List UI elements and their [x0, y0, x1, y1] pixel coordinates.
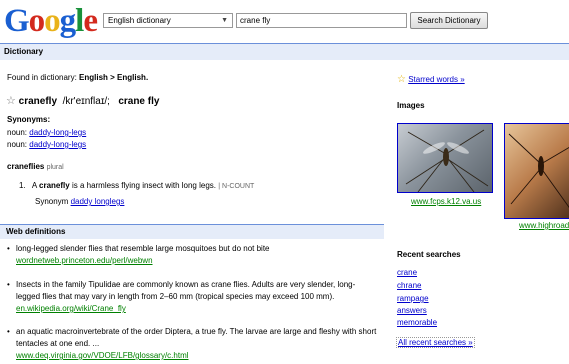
- dictionary-select-value: English dictionary: [108, 16, 171, 25]
- found-in-dictionary: Found in dictionary: English > English.: [7, 73, 149, 82]
- synonym-row: noun: daddy-long-legs: [7, 140, 87, 149]
- dictionary-section-bar: Dictionary: [0, 43, 569, 60]
- headword-word: cranefly: [18, 96, 58, 107]
- pronunciation: /kr'eɪnflaɪ/;: [62, 96, 110, 107]
- bullet-icon: •: [7, 280, 10, 289]
- search-dictionary-button[interactable]: Search Dictionary: [410, 12, 488, 29]
- image-thumbnail[interactable]: [504, 123, 569, 219]
- synonym-row: noun: daddy-long-legs: [7, 128, 87, 137]
- headword-variant: crane fly: [118, 96, 160, 107]
- starred-words-link[interactable]: Starred words »: [408, 75, 464, 84]
- image-source-link[interactable]: www.highroad: [519, 221, 569, 230]
- headword: ☆ cranefly /kr'eɪnflaɪ/; crane fly: [6, 94, 159, 107]
- recent-search-link[interactable]: answers: [397, 306, 427, 315]
- star-icon: ☆: [397, 74, 406, 85]
- web-definition-item: • Insects in the family Tipulidae are co…: [7, 279, 387, 315]
- web-definition-item: • long-legged slender flies that resembl…: [7, 243, 387, 267]
- cranefly-hand-image-icon: [508, 133, 569, 208]
- web-definitions-bar: Web definitions: [0, 224, 384, 239]
- recent-search-link[interactable]: rampage: [397, 294, 429, 303]
- synonym-link[interactable]: daddy longlegs: [71, 197, 125, 206]
- synonym-link[interactable]: daddy-long-legs: [29, 128, 86, 137]
- source-link[interactable]: www.deq.virginia.gov/VDOE/LFB/glossary/c…: [16, 350, 387, 362]
- images-title: Images: [397, 101, 425, 110]
- google-logo[interactable]: Google: [4, 3, 98, 39]
- chevron-down-icon: ▼: [221, 17, 228, 24]
- plural-form: craneflies plural: [7, 162, 64, 171]
- recent-searches-title: Recent searches: [397, 250, 461, 259]
- recent-search-link[interactable]: chrane: [397, 281, 421, 290]
- bullet-icon: •: [7, 244, 10, 253]
- all-recent-searches-link[interactable]: All recent searches »: [396, 337, 475, 348]
- star-outline-icon[interactable]: ☆: [6, 95, 16, 107]
- section-title: Dictionary: [4, 47, 44, 56]
- top-bar: Google English dictionary ▼ Search Dicti…: [0, 0, 569, 42]
- web-definition-item: • an aquatic macroinvertebrate of the or…: [7, 326, 387, 362]
- image-thumbnail[interactable]: [397, 123, 493, 193]
- definition-item: 1. A cranefly is a harmless flying insec…: [19, 181, 255, 190]
- source-link[interactable]: en.wikipedia.org/wiki/Crane_fly: [16, 303, 387, 315]
- grammar-tag: | N-COUNT: [218, 183, 255, 190]
- definition-synonym: Synonym daddy longlegs: [35, 197, 125, 206]
- bullet-icon: •: [7, 327, 10, 336]
- synonyms-title: Synonyms:: [7, 115, 51, 124]
- dictionary-select[interactable]: English dictionary ▼: [103, 13, 233, 28]
- cranefly-image-icon: [405, 129, 489, 192]
- recent-search-link[interactable]: memorable: [397, 318, 437, 327]
- starred-words: ☆ Starred words »: [397, 74, 465, 85]
- search-input[interactable]: [236, 13, 407, 28]
- web-definitions-title: Web definitions: [6, 227, 66, 236]
- synonym-link[interactable]: daddy-long-legs: [29, 140, 86, 149]
- source-link[interactable]: wordnetweb.princeton.edu/perl/webwn: [16, 255, 387, 267]
- recent-search-link[interactable]: crane: [397, 268, 417, 277]
- image-source-link[interactable]: www.fcps.k12.va.us: [411, 197, 481, 206]
